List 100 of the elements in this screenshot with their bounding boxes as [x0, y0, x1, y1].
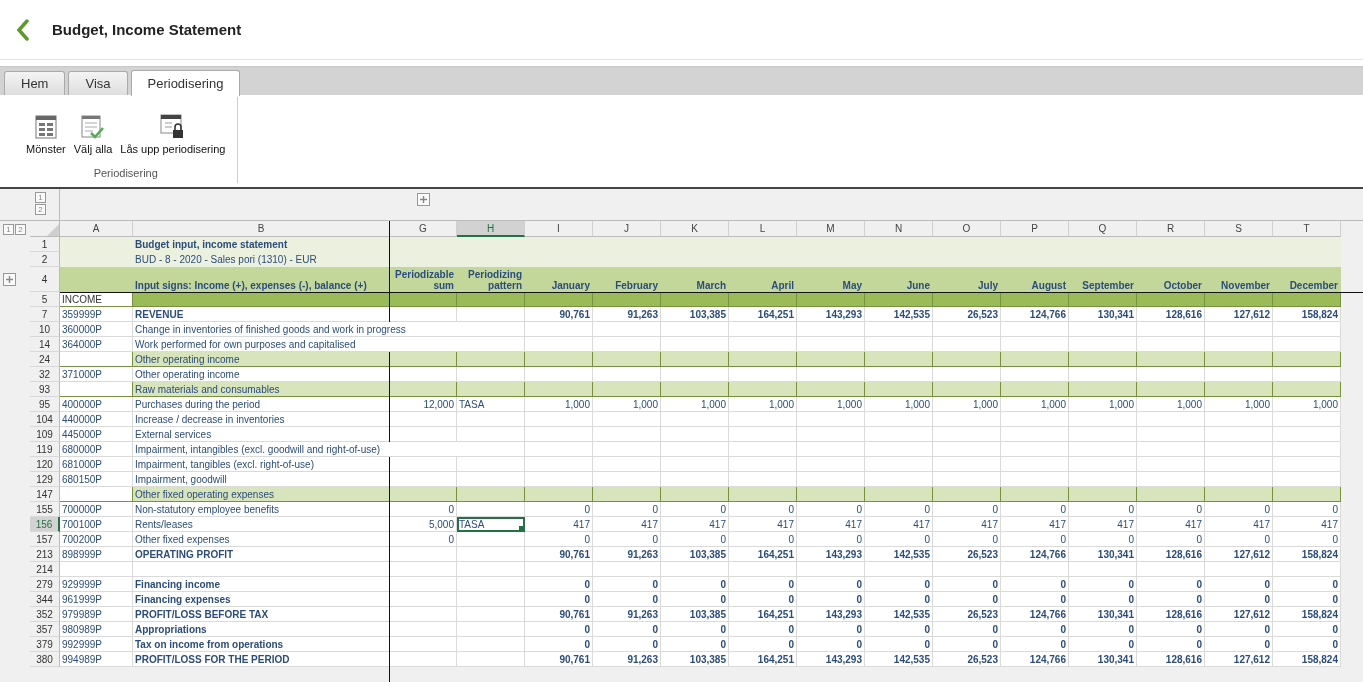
row-number[interactable]: 156	[30, 517, 60, 532]
ribbon-button[interactable]: Mönster	[24, 113, 68, 157]
row-number[interactable]: 7	[30, 307, 60, 322]
table-cell	[933, 457, 1001, 472]
row-number[interactable]: 32	[30, 367, 60, 382]
table-cell: 961999P	[60, 592, 133, 607]
table-cell: 0	[390, 502, 457, 517]
expand-button[interactable]	[417, 193, 430, 206]
table-cell	[1001, 427, 1069, 442]
row-number[interactable]: 352	[30, 607, 60, 622]
row-number[interactable]: 357	[30, 622, 60, 637]
row-number[interactable]: 4	[30, 267, 60, 292]
table-cell	[865, 427, 933, 442]
ribbon-tab[interactable]: Visa	[68, 71, 128, 95]
table-cell	[661, 352, 729, 367]
table-cell	[525, 487, 593, 502]
row-number[interactable]: 157	[30, 532, 60, 547]
row-number[interactable]: 95	[30, 397, 60, 412]
table-cell	[525, 352, 593, 367]
column-header[interactable]: S	[1205, 221, 1273, 237]
table-cell: Rents/leases	[133, 517, 390, 532]
table-cell	[1001, 367, 1069, 382]
row-number[interactable]: 213	[30, 547, 60, 562]
back-button[interactable]	[14, 16, 32, 43]
table-cell	[865, 562, 933, 577]
row-number[interactable]: 147	[30, 487, 60, 502]
row-number[interactable]: 104	[30, 412, 60, 427]
table-cell: 681000P	[60, 457, 133, 472]
table-cell: June	[865, 267, 933, 292]
column-header[interactable]: M	[797, 221, 865, 237]
outline-level-button[interactable]: 2	[35, 204, 46, 215]
table-cell	[729, 457, 797, 472]
table-cell: 417	[1273, 517, 1341, 532]
outline-level-button[interactable]: 2	[15, 223, 26, 235]
column-header[interactable]: L	[729, 221, 797, 237]
table-cell	[525, 472, 593, 487]
expand-button[interactable]	[3, 273, 16, 286]
column-header[interactable]: A	[60, 221, 133, 237]
column-header[interactable]: H	[457, 221, 525, 237]
table-cell: Other operating income	[133, 367, 390, 382]
column-header[interactable]: N	[865, 221, 933, 237]
column-header[interactable]: K	[661, 221, 729, 237]
fill-handle[interactable]	[519, 526, 524, 531]
row-number[interactable]: 24	[30, 352, 60, 367]
row-number[interactable]: 344	[30, 592, 60, 607]
row-number[interactable]: 155	[30, 502, 60, 517]
column-header[interactable]: P	[1001, 221, 1069, 237]
row-number[interactable]: 120	[30, 457, 60, 472]
row-number[interactable]: 129	[30, 472, 60, 487]
column-header[interactable]: G	[390, 221, 457, 237]
row-number[interactable]: 279	[30, 577, 60, 592]
row-number[interactable]: 1	[30, 237, 60, 252]
outline-level-button[interactable]: 1	[3, 223, 14, 235]
column-header[interactable]: B	[133, 221, 390, 237]
table-cell	[933, 322, 1001, 337]
table-cell: 0	[1069, 532, 1137, 547]
table-cell	[865, 442, 933, 457]
table-cell	[457, 532, 525, 547]
table-cell	[933, 367, 1001, 382]
table-cell: 0	[797, 532, 865, 547]
table-cell	[865, 412, 933, 427]
table-cell	[1001, 337, 1069, 352]
table-cell	[729, 442, 797, 457]
ribbon-tab[interactable]: Periodisering	[130, 70, 241, 96]
table-cell	[390, 367, 457, 382]
table-cell: 142,535	[865, 607, 933, 622]
table-cell	[1273, 367, 1341, 382]
row-number[interactable]: 380	[30, 652, 60, 667]
table-cell: 130,341	[1069, 307, 1137, 322]
row-number[interactable]: 109	[30, 427, 60, 442]
row-number[interactable]: 10	[30, 322, 60, 337]
table-cell	[661, 487, 729, 502]
column-header[interactable]: I	[525, 221, 593, 237]
table-cell: 440000P	[60, 412, 133, 427]
column-header[interactable]: J	[593, 221, 661, 237]
table-cell: 0	[933, 637, 1001, 652]
table-cell: February	[593, 267, 661, 292]
table-cell: 0	[525, 637, 593, 652]
row-number[interactable]: 2	[30, 252, 60, 267]
row-number[interactable]: 214	[30, 562, 60, 577]
table-cell: 90,761	[525, 607, 593, 622]
ribbon-tab[interactable]: Hem	[4, 71, 66, 95]
ribbon-button[interactable]: Välj alla	[71, 113, 115, 157]
row-number[interactable]: 5	[30, 292, 60, 307]
table-cell: 1,000	[865, 397, 933, 412]
column-header[interactable]: R	[1137, 221, 1205, 237]
table-cell: 0	[1001, 532, 1069, 547]
table-cell	[1205, 487, 1273, 502]
column-header[interactable]: O	[933, 221, 1001, 237]
ribbon-button[interactable]: Lås upp periodisering	[118, 111, 228, 157]
row-number[interactable]: 119	[30, 442, 60, 457]
row-number[interactable]: 379	[30, 637, 60, 652]
table-cell	[457, 427, 525, 442]
row-number[interactable]: 93	[30, 382, 60, 397]
outline-level-button[interactable]: 1	[35, 192, 46, 203]
row-number[interactable]: 14	[30, 337, 60, 352]
table-cell	[729, 412, 797, 427]
table-cell: 0	[1273, 592, 1341, 607]
column-header[interactable]: T	[1273, 221, 1341, 237]
column-header[interactable]: Q	[1069, 221, 1137, 237]
